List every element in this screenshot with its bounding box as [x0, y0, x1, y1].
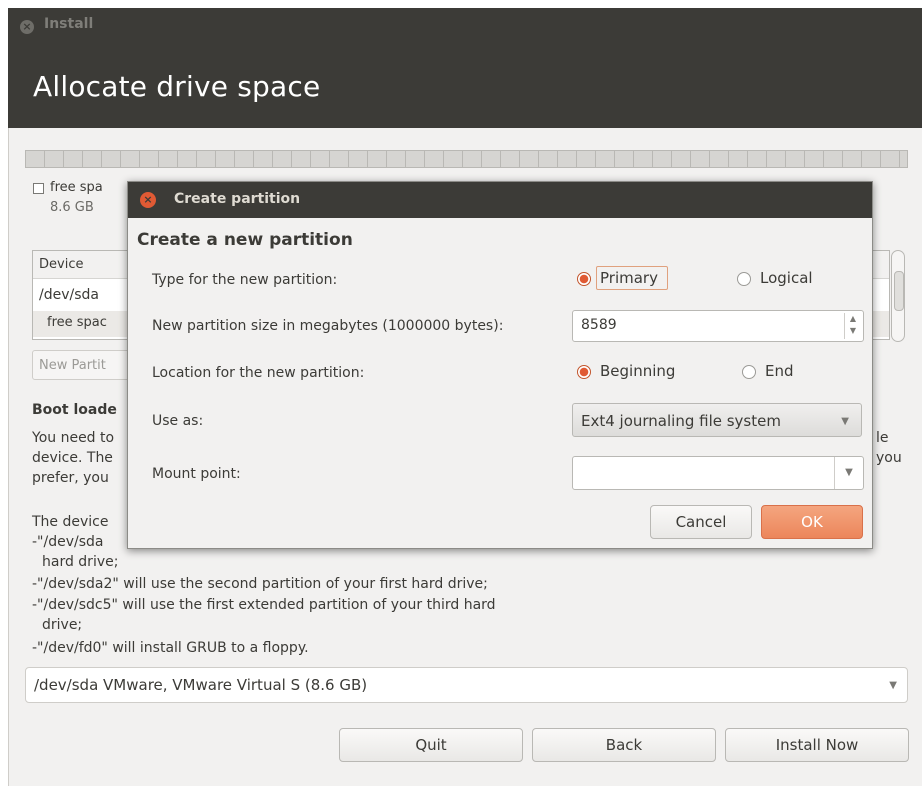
boot-device-select[interactable]: /dev/sda VMware, VMware Virtual S (8.6 G…: [25, 667, 908, 703]
chevron-down-icon[interactable]: ▼: [834, 457, 863, 489]
install-now-button[interactable]: Install Now: [725, 728, 909, 762]
boot-list-item: hard drive;: [42, 554, 119, 570]
installer-header: × Install Allocate drive space: [8, 8, 922, 128]
new-partition-table-button[interactable]: New Partit: [32, 350, 132, 380]
beginning-radio[interactable]: [577, 365, 591, 379]
end-radio[interactable]: [742, 365, 756, 379]
spin-arrows-icon[interactable]: ▲ ▼: [844, 313, 861, 339]
boot-list-item: -"/dev/sdc5" will use the first extended…: [32, 597, 496, 613]
mount-point-combo[interactable]: ▼: [572, 456, 864, 490]
boot-text-line: le: [876, 430, 889, 446]
legend-color-box: [33, 183, 44, 194]
legend-label: free spa: [50, 180, 103, 195]
chevron-down-icon: ▼: [841, 416, 849, 427]
location-label: Location for the new partition:: [152, 365, 365, 381]
primary-radio[interactable]: [577, 272, 591, 286]
boot-text-line: you: [876, 450, 902, 466]
chevron-down-icon: ▼: [889, 680, 897, 691]
boot-list-item: drive;: [42, 617, 83, 633]
boot-device-value: /dev/sda VMware, VMware Virtual S (8.6 G…: [34, 676, 368, 694]
boot-list-item: -"/dev/sda: [32, 534, 104, 550]
partition-size-value: 8589: [581, 317, 617, 333]
end-radio-label[interactable]: End: [765, 362, 794, 380]
window-close-icon[interactable]: ×: [20, 20, 34, 34]
dialog-title: Create partition: [174, 191, 301, 207]
table-row[interactable]: /dev/sda: [39, 287, 99, 303]
boot-text-line: prefer, you: [32, 470, 109, 486]
create-partition-dialog: × Create partition Create a new partitio…: [127, 181, 873, 549]
size-label: New partition size in megabytes (1000000…: [152, 318, 504, 334]
legend-size: 8.6 GB: [50, 200, 94, 215]
ok-button[interactable]: OK: [761, 505, 863, 539]
use-as-label: Use as:: [152, 413, 204, 429]
table-scrollbar[interactable]: [891, 250, 905, 342]
use-as-value: Ext4 journaling file system: [581, 412, 781, 430]
beginning-radio-label[interactable]: Beginning: [600, 362, 675, 380]
use-as-dropdown[interactable]: Ext4 journaling file system ▼: [572, 403, 862, 437]
boot-list-item: -"/dev/sda2" will use the second partiti…: [32, 576, 488, 592]
boot-text-line: You need to: [32, 430, 115, 446]
dialog-titlebar[interactable]: × Create partition: [128, 182, 872, 218]
logical-radio[interactable]: [737, 272, 751, 286]
partition-size-spinbox[interactable]: 8589 ▲ ▼: [572, 310, 864, 342]
page-title: Allocate drive space: [33, 70, 321, 103]
primary-radio-label[interactable]: Primary: [600, 269, 658, 287]
boot-list-item: -"/dev/fd0" will install GRUB to a flopp…: [32, 640, 309, 656]
boot-text-line: The device: [32, 514, 109, 530]
boot-loader-heading: Boot loade: [32, 402, 117, 418]
partition-bar: [25, 150, 908, 168]
scrollbar-thumb[interactable]: [894, 271, 904, 311]
window-title: Install: [44, 16, 94, 32]
back-button[interactable]: Back: [532, 728, 716, 762]
boot-text-line: device. The: [32, 450, 113, 466]
quit-button[interactable]: Quit: [339, 728, 523, 762]
close-icon[interactable]: ×: [140, 192, 156, 208]
cancel-button[interactable]: Cancel: [650, 505, 752, 539]
dialog-heading: Create a new partition: [137, 230, 353, 250]
logical-radio-label[interactable]: Logical: [760, 269, 813, 287]
mount-point-label: Mount point:: [152, 466, 241, 482]
type-label: Type for the new partition:: [152, 272, 338, 288]
